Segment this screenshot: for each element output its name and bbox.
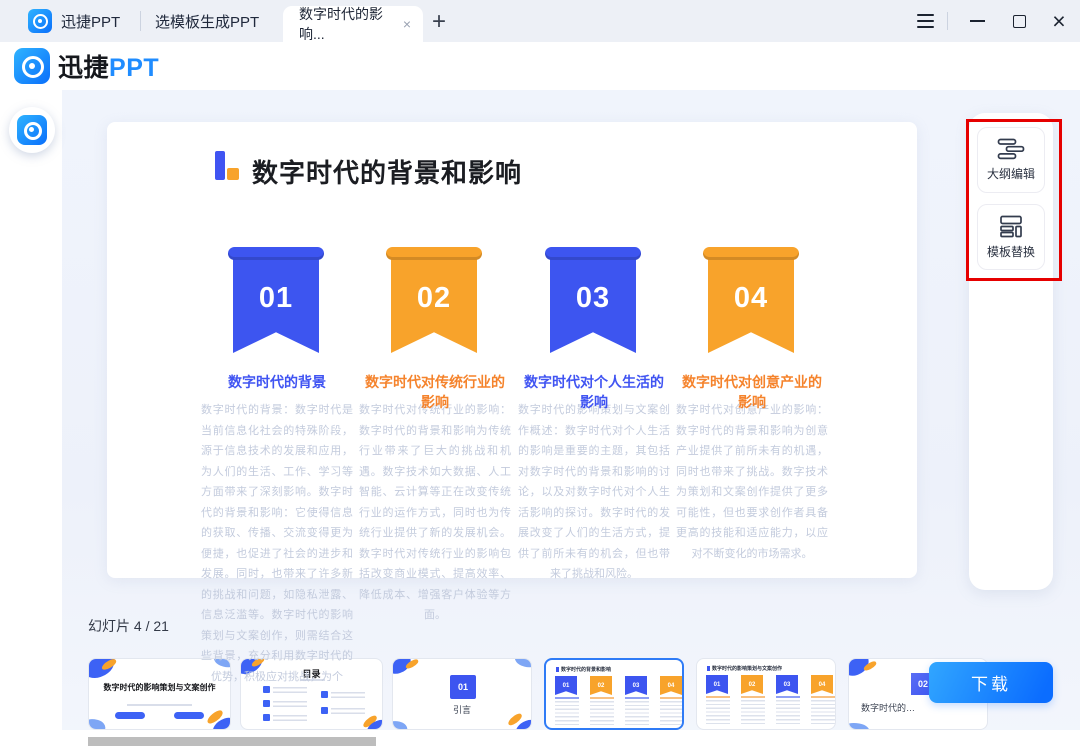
mini-text-column xyxy=(706,700,730,724)
section-heading-4: 数字时代对创意产业的影响 xyxy=(676,372,828,412)
mini-ribbon: 02 xyxy=(590,676,612,695)
section-heading-2: 数字时代对传统行业的影响 xyxy=(359,372,511,412)
mini-heading xyxy=(590,697,614,699)
thumbnail-section-label: 引言 xyxy=(393,703,531,716)
thumbnail-pill xyxy=(115,712,145,719)
app-logo-icon xyxy=(17,115,47,145)
mini-text-column xyxy=(741,700,765,724)
tab-template-generate-label: 选模板生成PPT xyxy=(155,11,259,32)
toc-item xyxy=(321,707,371,717)
section-body-2: 数字时代对传统行业的影响：数字时代的背景和影响为传统行业带来了巨大的挑战和机遇。… xyxy=(359,400,511,626)
ribbon-03: 03 xyxy=(550,247,636,353)
tab-separator xyxy=(140,11,141,31)
maximize-button[interactable] xyxy=(1004,0,1034,42)
template-replace-label: 模板替换 xyxy=(987,243,1035,260)
decor-shape xyxy=(392,718,409,730)
thumbnail-slide-3[interactable]: 01 引言 xyxy=(392,658,532,730)
toc-item xyxy=(263,700,313,710)
mini-heading xyxy=(625,697,649,699)
mini-text-column xyxy=(776,700,800,724)
mini-heading xyxy=(741,696,765,698)
mini-ribbon: 02 xyxy=(741,675,763,694)
mini-slide-title: 数字时代的影响策划与文案创作 xyxy=(707,665,782,672)
ribbon-02: 02 xyxy=(391,247,477,353)
ribbon-number: 03 xyxy=(576,282,610,315)
thumbnail-pill xyxy=(174,712,204,719)
mini-ribbon: 03 xyxy=(625,676,647,695)
outline-edit-button[interactable]: 大纲编辑 xyxy=(977,127,1045,193)
thumbnail-slide-5[interactable]: 数字时代的影响策划与文案创作 01 02 03 04 xyxy=(696,658,836,730)
new-tab-button[interactable]: + xyxy=(432,8,446,36)
mini-text-column xyxy=(660,701,684,725)
assistant-logo-button[interactable] xyxy=(9,107,55,153)
mini-ribbon: 03 xyxy=(776,675,798,694)
mini-heading xyxy=(811,696,835,698)
mini-ribbon: 01 xyxy=(706,675,728,694)
thumbnail-slide-4-selected[interactable]: 数字时代的背景和影响 01 02 03 04 xyxy=(544,658,684,730)
controls-separator xyxy=(947,12,948,30)
thumbnail-subtitle-line xyxy=(127,704,192,706)
mini-text-column xyxy=(555,701,579,725)
decor-shape xyxy=(88,716,107,730)
minimize-button[interactable] xyxy=(962,0,992,42)
toc-item xyxy=(321,691,371,701)
slide-title: 数字时代的背景和影响 xyxy=(252,153,522,190)
decor-shape xyxy=(513,658,532,670)
slide-counter: 幻灯片 4 / 21 xyxy=(88,616,169,636)
section-body-1: 数字时代的背景：数字时代是当前信息化社会的特殊阶段，源于信息技术的发展和应用，为… xyxy=(201,400,353,687)
toc-item xyxy=(263,686,313,696)
outline-edit-label: 大纲编辑 xyxy=(987,165,1035,182)
section-body-4: 数字时代对创意产业的影响：数字时代的背景和影响为创意产业提供了前所未有的机遇，同… xyxy=(676,400,828,564)
mini-heading xyxy=(776,696,800,698)
tab-current-document-label: 数字时代的影响... xyxy=(299,4,403,44)
tab-close-icon[interactable]: × xyxy=(403,17,411,31)
outline-edit-icon xyxy=(997,138,1025,160)
horizontal-scrollbar-thumb[interactable] xyxy=(88,737,376,746)
tab-current-document[interactable]: 数字时代的影响... × xyxy=(283,6,423,42)
mini-ribbon: 04 xyxy=(660,676,682,695)
brand-title: 迅捷PPT xyxy=(58,48,159,84)
app-window: 迅捷PPT 选模板生成PPT × 数字时代的影响... × + × 迅捷PPT … xyxy=(0,0,1080,754)
tab-home[interactable]: 迅捷PPT xyxy=(28,0,120,42)
close-button[interactable]: × xyxy=(1044,0,1074,42)
toc-item xyxy=(263,714,313,724)
mini-heading xyxy=(660,697,684,699)
tab-bar: 迅捷PPT 选模板生成PPT × 数字时代的影响... × + × xyxy=(0,0,1080,42)
brand-logo-icon xyxy=(14,48,50,84)
thumbnail-section-label: 数字时代的… xyxy=(861,701,915,714)
section-body-3: 数字时代的影响策划与文案创作概述：数字时代对个人生活的影响是重要的主题，其包括对… xyxy=(518,400,670,585)
ribbon-number: 01 xyxy=(259,282,293,315)
tab-home-label: 迅捷PPT xyxy=(61,11,120,32)
left-sidebar xyxy=(0,90,62,754)
template-replace-icon xyxy=(997,215,1025,238)
app-logo-icon xyxy=(28,9,52,33)
ribbon-04: 04 xyxy=(708,247,794,353)
menu-icon[interactable] xyxy=(908,0,942,42)
mini-text-column xyxy=(811,700,835,724)
mini-ribbon: 04 xyxy=(811,675,833,694)
ribbon-number: 02 xyxy=(417,282,451,315)
slide-title-bullet-icon xyxy=(215,151,241,181)
decor-shape xyxy=(848,720,870,730)
template-replace-button[interactable]: 模板替换 xyxy=(977,204,1045,270)
mini-text-column xyxy=(625,701,649,725)
section-heading-3: 数字时代对个人生活的影响 xyxy=(518,372,670,412)
thumbnail-section-number: 01 xyxy=(450,675,476,699)
ribbon-number: 04 xyxy=(734,282,768,315)
mini-text-column xyxy=(590,701,614,725)
download-button[interactable]: 下载 xyxy=(929,662,1053,703)
ribbon-01: 01 xyxy=(233,247,319,353)
mini-heading xyxy=(555,697,579,699)
tab-template-generate[interactable]: 选模板生成PPT × xyxy=(155,0,296,42)
app-header: 迅捷PPT xyxy=(0,42,1080,90)
mini-slide-title: 数字时代的背景和影响 xyxy=(556,666,611,673)
mini-ribbon: 01 xyxy=(555,676,577,695)
mini-heading xyxy=(706,696,730,698)
section-heading-1: 数字时代的背景 xyxy=(201,372,353,392)
